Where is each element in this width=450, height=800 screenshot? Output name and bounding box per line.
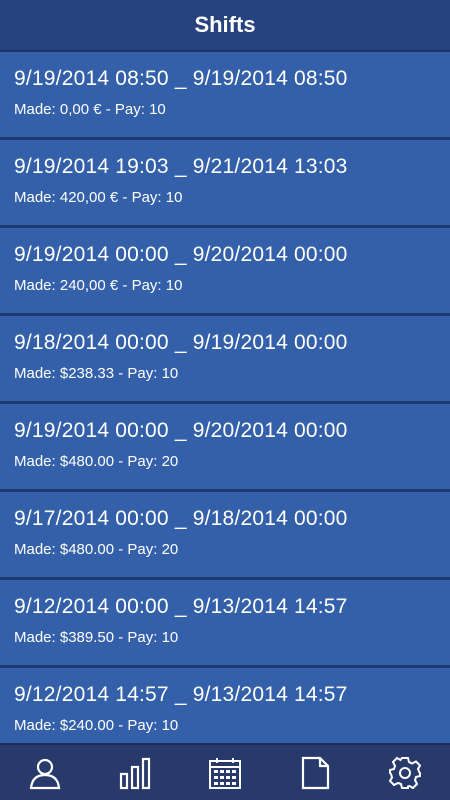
shift-list-item[interactable]: 9/19/2014 00:00 _ 9/20/2014 00:00 Made: … (0, 404, 450, 492)
tab-calendar[interactable] (195, 748, 255, 798)
tab-reports[interactable] (285, 748, 345, 798)
shift-list-item[interactable]: 9/19/2014 00:00 _ 9/20/2014 00:00 Made: … (0, 228, 450, 316)
shift-date-range: 9/19/2014 08:50 _ 9/19/2014 08:50 (14, 67, 348, 90)
shift-list-item[interactable]: 9/12/2014 14:57 _ 9/13/2014 14:57 Made: … (0, 668, 450, 745)
shift-earnings: Made: $480.00 - Pay: 20 (14, 541, 179, 558)
shift-date-range: 9/18/2014 00:00 _ 9/19/2014 00:00 (14, 331, 348, 354)
shift-list-item[interactable]: 9/19/2014 19:03 _ 9/21/2014 13:03 Made: … (0, 140, 450, 228)
shift-earnings: Made: 240,00 € - Pay: 10 (14, 277, 183, 294)
shift-earnings: Made: $389.50 - Pay: 10 (14, 629, 179, 646)
document-icon (301, 756, 330, 789)
shift-earnings: Made: $240.00 - Pay: 10 (14, 717, 179, 734)
shift-list-item[interactable]: 9/17/2014 00:00 _ 9/18/2014 00:00 Made: … (0, 492, 450, 580)
bar-chart-icon (119, 757, 151, 789)
shift-list-item[interactable]: 9/19/2014 08:50 _ 9/19/2014 08:50 Made: … (0, 52, 450, 140)
page-title: Shifts (194, 12, 256, 37)
shift-list[interactable]: 9/19/2014 08:50 _ 9/19/2014 08:50 Made: … (0, 52, 450, 745)
bottom-tab-bar (0, 743, 450, 800)
shift-date-range: 9/12/2014 14:57 _ 9/13/2014 14:57 (14, 683, 348, 706)
shift-date-range: 9/12/2014 00:00 _ 9/13/2014 14:57 (14, 595, 348, 618)
shift-earnings: Made: 420,00 € - Pay: 10 (14, 189, 183, 206)
shift-earnings: Made: $480.00 - Pay: 20 (14, 453, 179, 470)
settings-gear-icon (388, 756, 422, 789)
tab-profile[interactable] (15, 748, 75, 798)
tab-statistics[interactable] (105, 748, 165, 798)
shift-date-range: 9/17/2014 00:00 _ 9/18/2014 00:00 (14, 507, 348, 530)
shift-earnings: Made: $238.33 - Pay: 10 (14, 365, 179, 382)
shift-list-item[interactable]: 9/12/2014 00:00 _ 9/13/2014 14:57 Made: … (0, 580, 450, 668)
tab-settings[interactable] (375, 748, 435, 798)
profile-icon (29, 758, 61, 789)
shift-date-range: 9/19/2014 19:03 _ 9/21/2014 13:03 (14, 155, 348, 178)
shift-earnings: Made: 0,00 € - Pay: 10 (14, 101, 166, 118)
calendar-icon (209, 757, 241, 789)
shift-list-item[interactable]: 9/18/2014 00:00 _ 9/19/2014 00:00 Made: … (0, 316, 450, 404)
shift-date-range: 9/19/2014 00:00 _ 9/20/2014 00:00 (14, 243, 348, 266)
app-header: Shifts (0, 0, 450, 52)
shift-date-range: 9/19/2014 00:00 _ 9/20/2014 00:00 (14, 419, 348, 442)
